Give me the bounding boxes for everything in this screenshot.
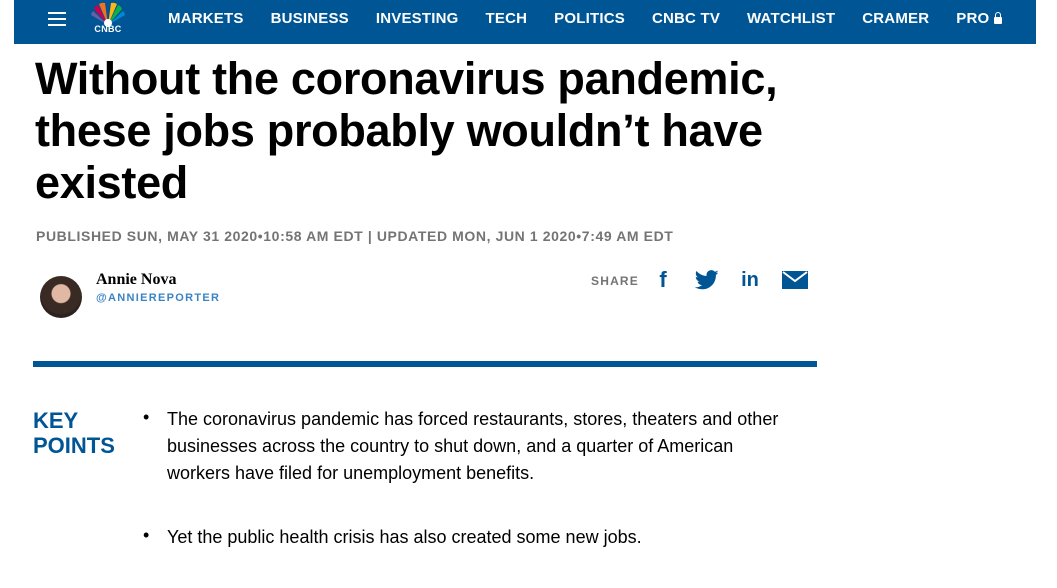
nav-item-watchlist[interactable]: WATCHLIST	[747, 0, 835, 38]
author-avatar[interactable]	[40, 276, 82, 318]
key-point-item: Yet the public health crisis has also cr…	[143, 522, 787, 551]
nav-item-politics[interactable]: POLITICS	[554, 0, 625, 38]
nav-item-investing[interactable]: INVESTING	[376, 0, 459, 38]
logo-wordmark: CNBC	[94, 24, 122, 34]
lock-icon	[994, 12, 1003, 24]
author-name[interactable]: Annie Nova	[96, 271, 176, 289]
author-twitter-handle[interactable]: @ANNIEREPORTER	[96, 292, 220, 304]
nav-item-cnbc-tv[interactable]: CNBC TV	[652, 0, 720, 38]
publish-dates: PUBLISHED SUN, MAY 31 2020•10:58 AM EDT …	[36, 228, 674, 244]
key-points-title: KEY POINTS	[33, 408, 115, 458]
article-headline: Without the coronavirus pandemic, these …	[35, 53, 778, 208]
nav-item-pro[interactable]: PRO	[956, 0, 1003, 38]
nav-menu: MARKETS BUSINESS INVESTING TECH POLITICS…	[168, 0, 1003, 38]
top-nav: CNBC MARKETS BUSINESS INVESTING TECH POL…	[14, 0, 1036, 44]
twitter-icon[interactable]	[694, 268, 720, 292]
email-icon[interactable]	[782, 268, 808, 292]
key-points-list: The coronavirus pandemic has forced rest…	[143, 404, 787, 588]
facebook-icon[interactable]: f	[654, 267, 672, 292]
nav-item-business[interactable]: BUSINESS	[271, 0, 349, 38]
nav-item-markets[interactable]: MARKETS	[168, 0, 244, 38]
nav-item-tech[interactable]: TECH	[486, 0, 528, 38]
nav-item-pro-label: PRO	[956, 10, 990, 27]
nav-item-cramer[interactable]: CRAMER	[862, 0, 929, 38]
menu-icon[interactable]	[48, 8, 66, 28]
section-divider	[33, 361, 817, 367]
key-point-item: The coronavirus pandemic has forced rest…	[143, 404, 787, 487]
linkedin-icon[interactable]: in	[738, 268, 762, 292]
share-label: SHARE	[591, 274, 640, 288]
